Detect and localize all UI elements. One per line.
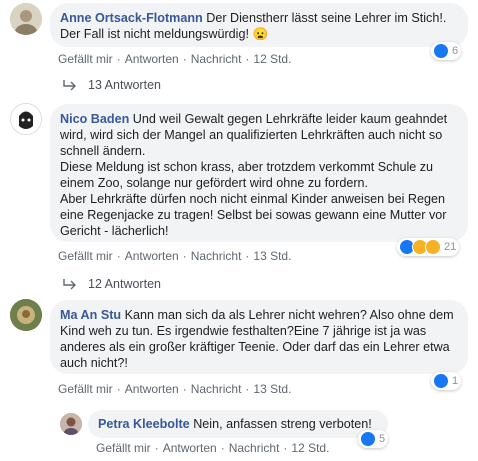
reaction-summary[interactable]: 6 bbox=[431, 42, 462, 60]
comment-author[interactable]: Ma An Stu bbox=[60, 308, 121, 322]
replies-label: 13 Antworten bbox=[88, 78, 161, 92]
comment-actions: Gefällt mir · Antworten · Nachricht · 13 Std. bbox=[58, 249, 292, 263]
reply-arrow-icon bbox=[63, 279, 76, 290]
user-photo-icon bbox=[60, 413, 82, 435]
timestamp[interactable]: 12 Std. bbox=[291, 441, 329, 455]
view-replies-link[interactable]: 13 Antworten bbox=[62, 78, 161, 92]
view-replies-link[interactable]: 12 Antworten bbox=[62, 277, 161, 291]
reaction-count: 6 bbox=[452, 45, 459, 57]
reply-bubble: Petra Kleebolte Nein, anfassen streng ve… bbox=[88, 410, 388, 438]
reaction-count: 21 bbox=[444, 241, 457, 253]
user-photo-icon bbox=[10, 3, 42, 35]
like-icon bbox=[433, 373, 449, 389]
timestamp[interactable]: 13 Std. bbox=[253, 382, 291, 396]
like-link[interactable]: Gefällt mir bbox=[58, 249, 113, 263]
reaction-count: 1 bbox=[452, 375, 459, 387]
reply-text: Nein, anfassen streng verboten! bbox=[193, 417, 372, 431]
reaction-summary[interactable]: 21 bbox=[397, 238, 460, 256]
avatar[interactable] bbox=[10, 103, 42, 135]
comment-bubble: Anne Ortsack-Flotmann Der Dienstherr läs… bbox=[50, 3, 468, 47]
message-link[interactable]: Nachricht bbox=[191, 52, 242, 66]
comment-actions: Gefällt mir · Antworten · Nachricht · 13 Std. bbox=[58, 382, 292, 396]
reply-link[interactable]: Antworten bbox=[125, 52, 179, 66]
replies-label: 12 Antworten bbox=[88, 277, 161, 291]
avatar[interactable] bbox=[10, 3, 42, 35]
reaction-summary[interactable]: 5 bbox=[358, 430, 389, 448]
comment-bubble: Nico Baden Und weil Gewalt gegen Lehrkrä… bbox=[50, 104, 468, 242]
comment-actions: Gefällt mir · Antworten · Nachricht · 12 Std. bbox=[58, 52, 292, 66]
message-link[interactable]: Nachricht bbox=[191, 382, 242, 396]
comment-bubble: Ma An Stu Kann man sich da als Lehrer ni… bbox=[50, 300, 468, 374]
sad-icon bbox=[425, 239, 441, 255]
avatar[interactable] bbox=[60, 413, 82, 435]
comment-author[interactable]: Nico Baden bbox=[60, 112, 129, 126]
user-photo-icon bbox=[11, 104, 41, 134]
reaction-summary[interactable]: 1 bbox=[431, 372, 462, 390]
like-icon bbox=[433, 43, 449, 59]
like-link[interactable]: Gefällt mir bbox=[58, 52, 113, 66]
message-link[interactable]: Nachricht bbox=[229, 441, 280, 455]
timestamp[interactable]: 13 Std. bbox=[253, 249, 291, 263]
comment-text: Und weil Gewalt gegen Lehrkräfte leider … bbox=[60, 112, 448, 238]
user-photo-icon bbox=[10, 299, 42, 331]
message-link[interactable]: Nachricht bbox=[191, 249, 242, 263]
timestamp[interactable]: 12 Std. bbox=[253, 52, 291, 66]
comment-author[interactable]: Anne Ortsack-Flotmann bbox=[60, 11, 203, 25]
reply-link[interactable]: Antworten bbox=[163, 441, 217, 455]
reaction-count: 5 bbox=[379, 433, 386, 445]
like-link[interactable]: Gefällt mir bbox=[58, 382, 113, 396]
reply-link[interactable]: Antworten bbox=[125, 382, 179, 396]
reply-author[interactable]: Petra Kleebolte bbox=[98, 417, 190, 431]
like-link[interactable]: Gefällt mir bbox=[96, 441, 151, 455]
reply-arrow-icon bbox=[63, 80, 76, 91]
like-icon bbox=[360, 431, 376, 447]
reply-actions: Gefällt mir · Antworten · Nachricht · 12 Std. bbox=[96, 441, 330, 455]
avatar[interactable] bbox=[10, 299, 42, 331]
reply-link[interactable]: Antworten bbox=[125, 249, 179, 263]
